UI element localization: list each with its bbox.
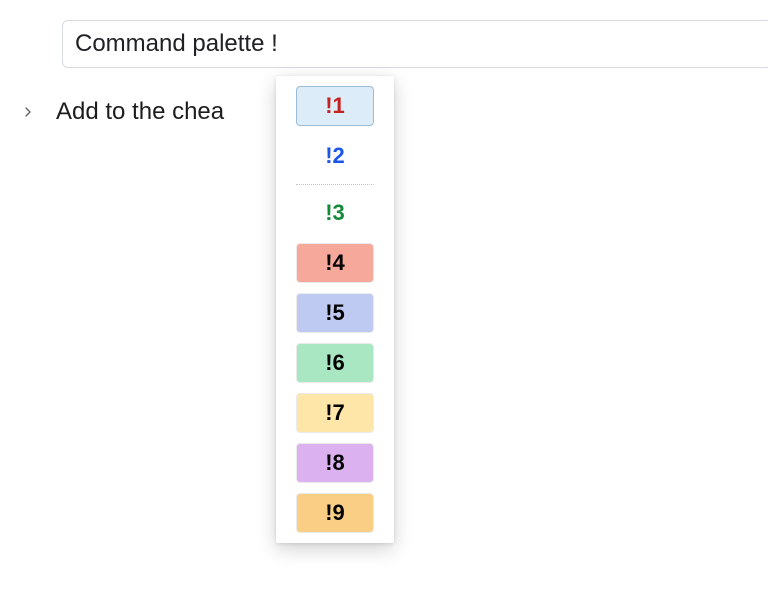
priority-option-8[interactable]: !8 (296, 443, 374, 483)
priority-option-6[interactable]: !6 (296, 343, 374, 383)
priority-option-2[interactable]: !2 (296, 136, 374, 176)
priority-option-1[interactable]: !1 (296, 86, 374, 126)
priority-option-3[interactable]: !3 (296, 193, 374, 233)
command-palette-input[interactable] (62, 20, 768, 68)
priority-option-5[interactable]: !5 (296, 293, 374, 333)
chevron-right-icon (18, 102, 38, 122)
menu-separator (296, 184, 374, 185)
priority-option-9[interactable]: !9 (296, 493, 374, 533)
result-row[interactable]: Add to the chea (18, 98, 224, 126)
priority-popup: !1 !2 !3 !4 !5 !6 !7 !8 !9 (276, 76, 394, 543)
priority-option-4[interactable]: !4 (296, 243, 374, 283)
result-row-label: Add to the chea (56, 98, 224, 126)
priority-option-7[interactable]: !7 (296, 393, 374, 433)
